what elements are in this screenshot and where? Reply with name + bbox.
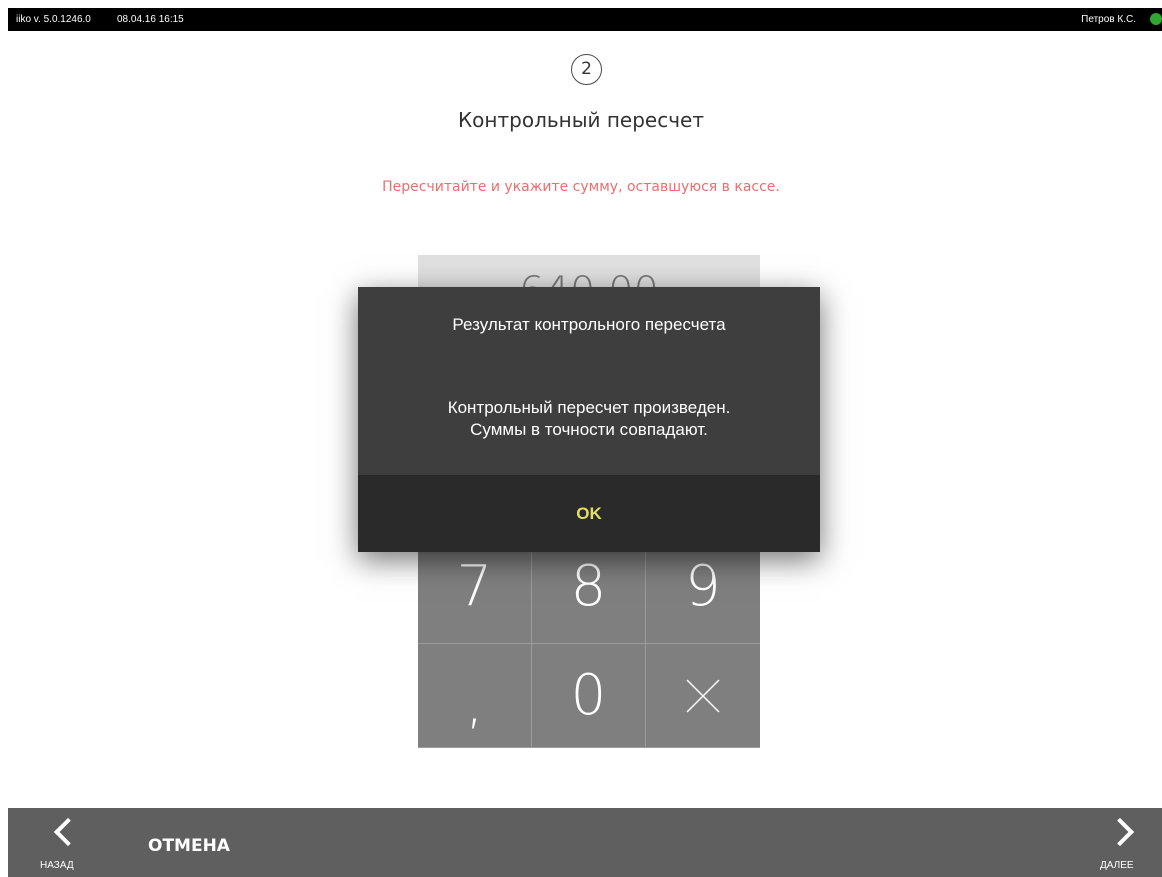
back-label: НАЗАД	[40, 860, 74, 871]
dialog-footer: OK	[358, 475, 820, 552]
dialog-title: Результат контрольного пересчета	[452, 315, 726, 334]
bottom-nav-bar: НАЗАД ОТМЕНА ДАЛЕЕ	[8, 808, 1162, 877]
step-indicator: 2	[571, 54, 602, 85]
current-datetime: 08.04.16 16:15	[117, 14, 184, 25]
current-user: Петров К.С.	[1081, 14, 1136, 25]
top-status-bar: iiko v. 5.0.1246.0 08.04.16 16:15 Петров…	[8, 8, 1162, 31]
key-comma[interactable]: ,	[418, 644, 532, 748]
close-icon	[686, 678, 720, 713]
next-label: ДАЛЕЕ	[1100, 860, 1134, 871]
next-button[interactable]: ДАЛЕЕ	[1092, 808, 1162, 877]
dialog-message-line1: Контрольный пересчет произведен.	[447, 398, 731, 417]
key-0[interactable]: 0	[532, 644, 646, 748]
chevron-right-icon	[1105, 817, 1135, 847]
ok-button[interactable]: OK	[358, 475, 820, 552]
comma-label: ,	[465, 671, 484, 736]
chevron-left-icon	[53, 817, 83, 847]
dialog-message-line2: Суммы в точности совпадают.	[470, 420, 708, 439]
page-title: Контрольный пересчет	[457, 108, 705, 132]
key-backspace[interactable]	[646, 644, 760, 748]
recount-result-dialog: Результат контрольного пересчета Контрол…	[358, 287, 820, 552]
dialog-message: Контрольный пересчет произведен. Суммы в…	[358, 397, 820, 441]
connection-status-icon	[1150, 13, 1162, 25]
back-button[interactable]: НАЗАД	[30, 808, 100, 877]
instruction-text: Пересчитайте и укажите сумму, оставшуюся…	[382, 179, 780, 195]
numeric-keypad: 7 8 9 , 0	[418, 530, 760, 748]
app-version: iiko v. 5.0.1246.0	[16, 14, 91, 25]
cancel-button[interactable]: ОТМЕНА	[148, 836, 230, 856]
